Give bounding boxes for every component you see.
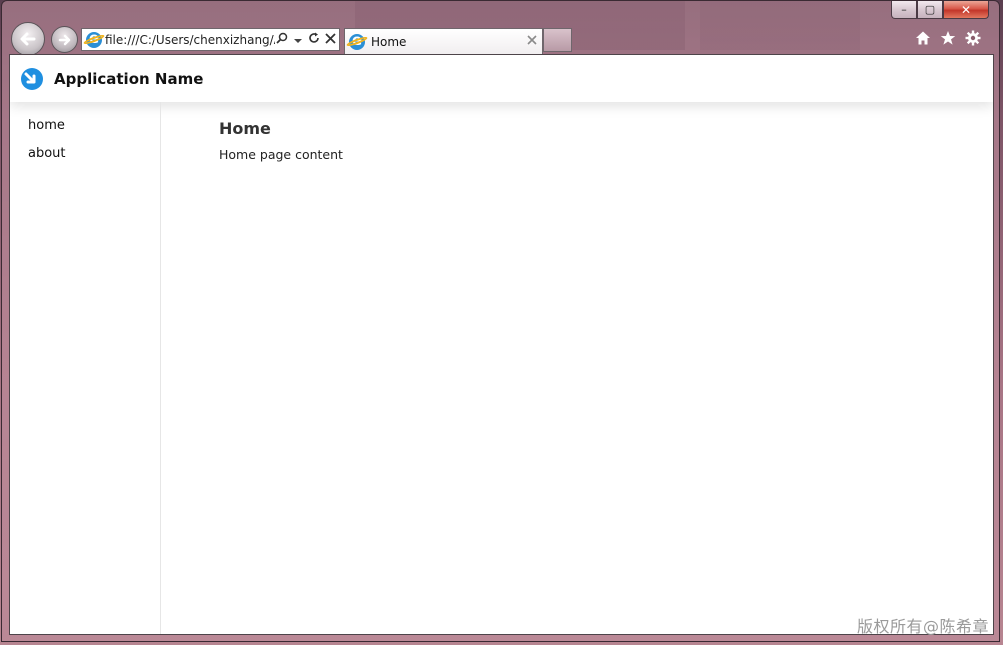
app-name: Application Name [54, 69, 204, 88]
sidebar-item-home[interactable]: home [28, 118, 65, 133]
page-content: Application Name home about Home Home pa… [9, 54, 994, 635]
maximize-button[interactable]: ▢ [917, 1, 943, 19]
back-button[interactable] [11, 22, 45, 56]
stop-icon[interactable] [323, 32, 337, 47]
home-icon[interactable] [915, 30, 931, 46]
ie-page-icon [86, 29, 102, 48]
tab-title: Home [371, 34, 407, 49]
new-tab-button[interactable] [543, 28, 572, 52]
address-url[interactable]: file:///C:/Users/chenxizhang/A [105, 33, 275, 47]
forward-button[interactable] [51, 26, 78, 53]
close-window-button[interactable]: ✕ [943, 1, 989, 19]
minimize-button[interactable]: – [891, 1, 917, 19]
page-title: Home [219, 119, 271, 138]
window-caption-buttons: – ▢ ✕ [891, 1, 989, 20]
forward-arrow-icon [58, 34, 70, 45]
app-header: Application Name [10, 55, 993, 102]
tab-home[interactable]: Home [344, 28, 543, 54]
browser-window: – ▢ ✕ file:///C:/Users/chenxizhang/A Hom… [1, 0, 1000, 642]
sidebar-nav: home about [10, 102, 161, 634]
app-logo-icon [21, 67, 43, 90]
chevron-down-icon[interactable] [291, 33, 305, 47]
toolbar-icons [915, 30, 981, 46]
back-arrow-icon [20, 32, 36, 46]
close-tab-icon[interactable] [527, 34, 537, 49]
copyright-watermark: 版权所有@陈希章 [856, 617, 989, 636]
ie-tab-icon [349, 31, 365, 50]
search-icon[interactable] [275, 32, 289, 47]
refresh-icon[interactable] [307, 32, 321, 47]
gear-icon[interactable] [965, 30, 981, 46]
page-body-text: Home page content [219, 147, 343, 162]
address-bar[interactable]: file:///C:/Users/chenxizhang/A [81, 28, 340, 51]
sidebar-item-about[interactable]: about [28, 146, 66, 161]
star-icon[interactable] [940, 30, 956, 46]
